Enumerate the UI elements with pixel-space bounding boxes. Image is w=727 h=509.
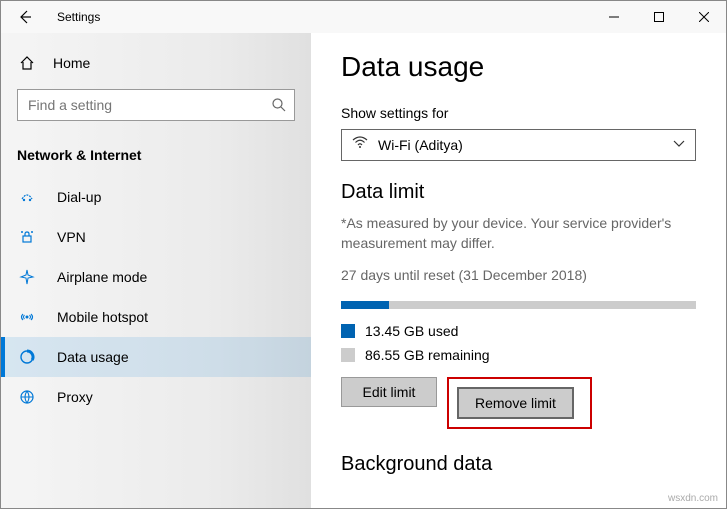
sidebar-item-vpn[interactable]: VPN xyxy=(1,217,311,257)
highlight-box: Remove limit xyxy=(447,377,592,429)
sidebar-item-label: Dial-up xyxy=(57,189,101,205)
search-box xyxy=(17,89,295,121)
progress-fill xyxy=(341,301,389,309)
sidebar-item-label: Proxy xyxy=(57,389,93,405)
data-progress-bar xyxy=(341,301,696,309)
minimize-button[interactable] xyxy=(591,1,636,33)
legend-remaining: 86.55 GB remaining xyxy=(341,347,696,363)
remaining-text: 86.55 GB remaining xyxy=(365,347,490,363)
button-row: Edit limit Remove limit xyxy=(341,377,696,429)
sidebar-item-hotspot[interactable]: Mobile hotspot xyxy=(1,297,311,337)
category-header: Network & Internet xyxy=(1,137,311,177)
used-swatch xyxy=(341,324,355,338)
show-settings-label: Show settings for xyxy=(341,105,696,121)
sidebar-item-label: Airplane mode xyxy=(57,269,147,285)
back-button[interactable] xyxy=(1,1,49,33)
airplane-icon xyxy=(17,269,37,285)
sidebar-item-dialup[interactable]: Dial-up xyxy=(1,177,311,217)
sidebar-item-proxy[interactable]: Proxy xyxy=(1,377,311,417)
proxy-icon xyxy=(17,389,37,405)
sidebar-item-airplane[interactable]: Airplane mode xyxy=(1,257,311,297)
content-area: Data usage Show settings for Wi-Fi (Adit… xyxy=(311,33,726,508)
search-input[interactable] xyxy=(17,89,295,121)
used-text: 13.45 GB used xyxy=(365,323,458,339)
home-label: Home xyxy=(53,55,90,71)
window-controls xyxy=(591,1,726,33)
datausage-icon xyxy=(17,349,37,365)
vpn-icon xyxy=(17,229,37,245)
page-title: Data usage xyxy=(341,51,696,83)
sidebar-item-datausage[interactable]: Data usage xyxy=(1,337,311,377)
hotspot-icon xyxy=(17,309,37,325)
legend-used: 13.45 GB used xyxy=(341,323,696,339)
data-limit-title: Data limit xyxy=(341,181,696,204)
close-button[interactable] xyxy=(681,1,726,33)
arrow-left-icon xyxy=(17,9,33,25)
window-title: Settings xyxy=(57,10,100,24)
maximize-icon xyxy=(654,12,664,22)
edit-limit-button[interactable]: Edit limit xyxy=(341,377,437,407)
background-data-title: Background data xyxy=(341,453,696,476)
close-icon xyxy=(699,12,709,22)
chevron-down-icon xyxy=(673,140,685,151)
dropdown-value: Wi-Fi (Aditya) xyxy=(378,137,673,153)
remaining-swatch xyxy=(341,348,355,362)
remove-limit-button[interactable]: Remove limit xyxy=(457,387,574,419)
home-button[interactable]: Home xyxy=(1,45,311,81)
sidebar: Home Network & Internet Dial-up VPN xyxy=(1,33,311,508)
maximize-button[interactable] xyxy=(636,1,681,33)
sidebar-item-label: VPN xyxy=(57,229,86,245)
home-icon xyxy=(17,55,37,71)
network-dropdown[interactable]: Wi-Fi (Aditya) xyxy=(341,129,696,161)
wifi-icon xyxy=(352,136,368,155)
disclaimer-text: *As measured by your device. Your servic… xyxy=(341,214,696,253)
watermark: wsxdn.com xyxy=(668,493,718,504)
dialup-icon xyxy=(17,189,37,205)
reset-info: 27 days until reset (31 December 2018) xyxy=(341,267,696,283)
sidebar-item-label: Mobile hotspot xyxy=(57,309,148,325)
sidebar-item-label: Data usage xyxy=(57,349,129,365)
titlebar: Settings xyxy=(1,1,726,33)
minimize-icon xyxy=(609,12,619,22)
